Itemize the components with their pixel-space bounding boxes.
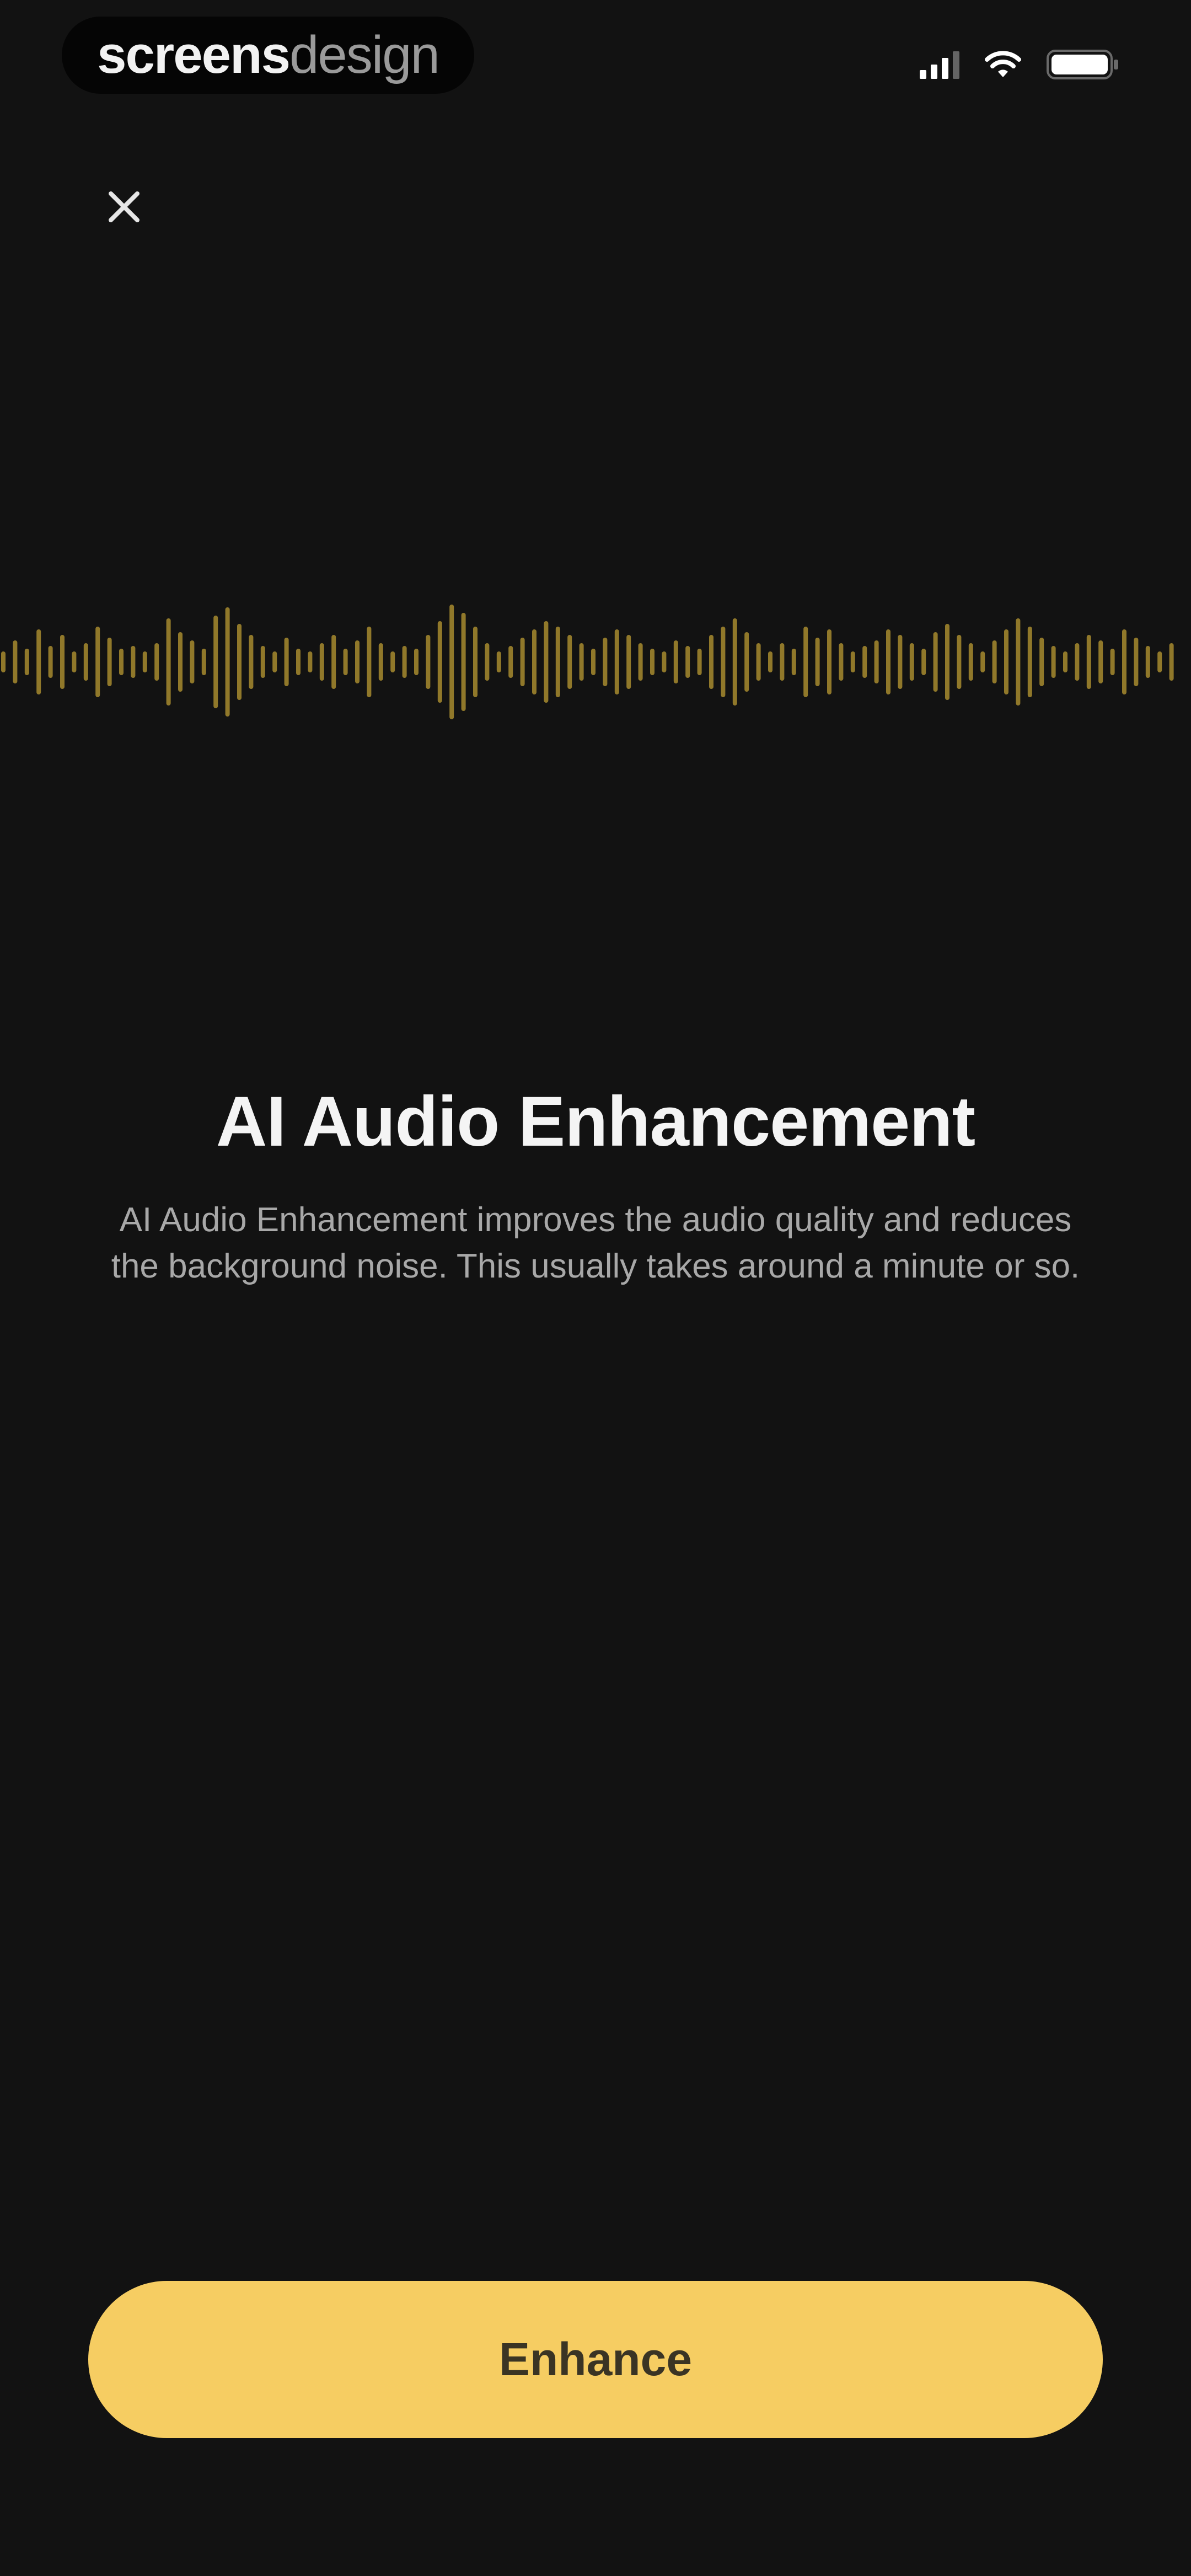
waveform-icon	[1, 605, 1174, 719]
battery-icon	[1047, 49, 1119, 81]
status-icons	[920, 49, 1119, 81]
status-bar: screensdesign	[0, 0, 1191, 127]
brand-watermark: screensdesign	[62, 17, 474, 94]
brand-logo-light: design	[289, 25, 440, 84]
wifi-icon	[985, 51, 1021, 78]
brand-logo-bold: screens	[97, 25, 291, 84]
enhance-button[interactable]: Enhance	[88, 2281, 1103, 2438]
signal-icon	[920, 50, 959, 79]
brand-logo: screensdesign	[97, 29, 440, 82]
page-title: AI Audio Enhancement	[216, 1082, 975, 1161]
enhance-button-label: Enhance	[498, 2333, 693, 2385]
close-button[interactable]	[94, 177, 154, 237]
page-description: AI Audio Enhancement improves the audio …	[111, 1201, 1080, 1285]
close-icon	[109, 191, 140, 222]
